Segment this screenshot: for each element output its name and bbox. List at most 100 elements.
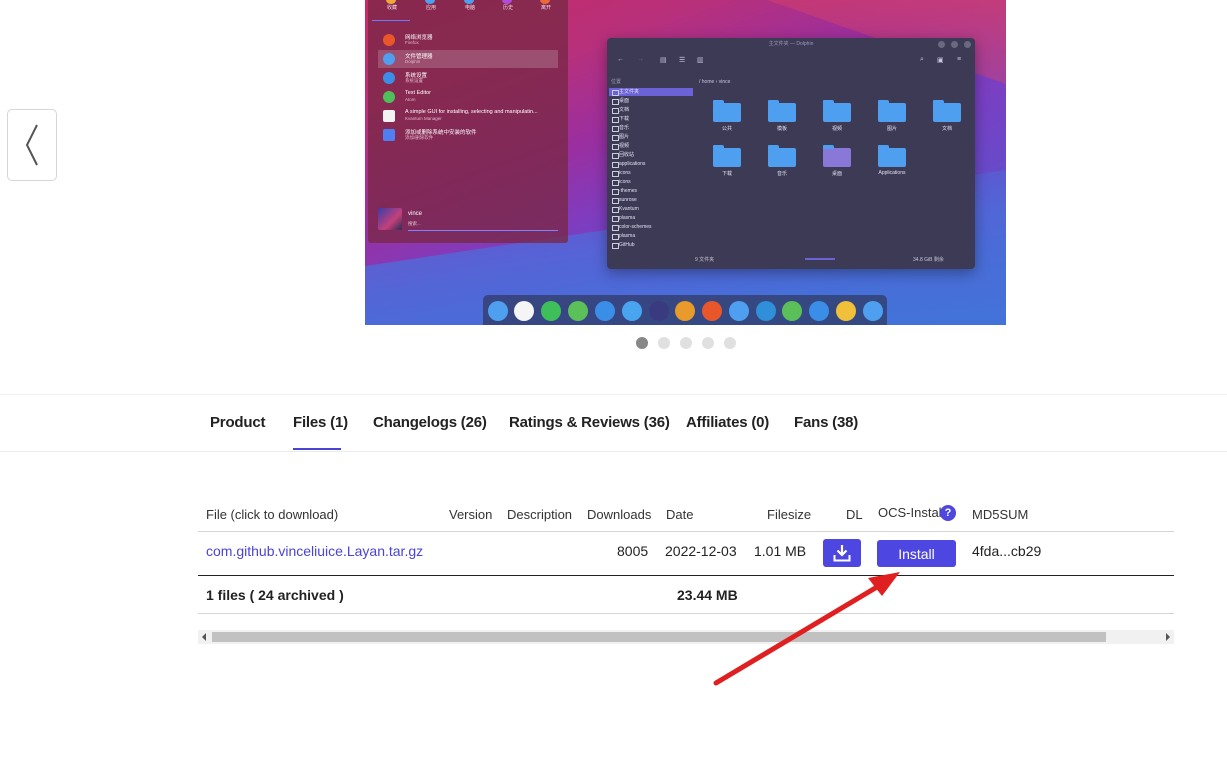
scroll-right-icon[interactable] bbox=[1166, 633, 1170, 641]
wechat-icon bbox=[541, 301, 561, 321]
folder-icon: 下载 bbox=[707, 145, 743, 181]
md5sum-cell: 4fda...cb29 bbox=[972, 543, 1042, 559]
place-item: sunrose bbox=[609, 196, 693, 204]
active-tab-indicator bbox=[293, 448, 341, 450]
download-button[interactable] bbox=[823, 539, 861, 567]
scrollbar-thumb[interactable] bbox=[212, 632, 1106, 642]
place-item: 音乐 bbox=[609, 124, 693, 132]
place-item: plasma bbox=[609, 214, 693, 222]
tab-product[interactable]: Product bbox=[210, 414, 265, 431]
files-summary: 1 files ( 24 archived ) bbox=[206, 587, 344, 603]
split-icon: ▣ bbox=[937, 57, 944, 64]
kvantum-icon bbox=[383, 110, 395, 122]
place-item: icons bbox=[609, 178, 693, 186]
column-header-date[interactable]: Date bbox=[666, 507, 693, 522]
launcher-tab: 离开 bbox=[541, 5, 552, 11]
screenshot-dock bbox=[483, 295, 887, 325]
folder-icon: 图片 bbox=[872, 100, 908, 136]
file-download-link[interactable]: com.github.vinceliuice.Layan.tar.gz bbox=[206, 543, 423, 559]
system-icon bbox=[809, 301, 829, 321]
gallery-dot[interactable] bbox=[636, 337, 648, 349]
column-header-md5sum: MD5SUM bbox=[972, 507, 1029, 522]
column-header-downloads[interactable]: Downloads bbox=[587, 507, 651, 522]
mixer-icon bbox=[595, 301, 615, 321]
icons-view-icon: ▤ bbox=[660, 57, 667, 64]
software-icon bbox=[383, 129, 395, 141]
column-header-ocs-install: OCS-Install bbox=[878, 505, 945, 520]
folder-icon: Applications bbox=[872, 145, 908, 181]
column-header-filesize[interactable]: Filesize bbox=[767, 507, 811, 522]
column-header-description[interactable]: Description bbox=[507, 507, 572, 522]
total-size: 23.44 MB bbox=[677, 587, 738, 603]
chevron-left-icon bbox=[25, 124, 38, 166]
settings-icon bbox=[383, 72, 395, 84]
weather-icon bbox=[836, 301, 856, 321]
gallery-pagination bbox=[0, 337, 1227, 351]
filesize-cell: 1.01 MB bbox=[754, 543, 807, 559]
tab-affiliates[interactable]: Affiliates (0) bbox=[686, 414, 769, 431]
launcher-tab: 收藏 bbox=[387, 5, 398, 11]
place-item: applications bbox=[609, 160, 693, 168]
forward-icon: → bbox=[637, 56, 644, 63]
menu-icon: ≡ bbox=[957, 56, 962, 63]
place-item: 回收站 bbox=[609, 151, 693, 159]
text-editor-icon bbox=[383, 91, 395, 103]
place-item: 图片 bbox=[609, 133, 693, 141]
inkscape-icon bbox=[514, 301, 534, 321]
gallery-dot[interactable] bbox=[658, 337, 670, 349]
avatar bbox=[378, 208, 402, 230]
color-picker-icon bbox=[675, 301, 695, 321]
launcher-item: 网络浏览器 Firefox bbox=[378, 31, 558, 49]
gallery-screenshot: 收藏 应用 电脑 历史 离开 网络浏览器 Firefox 文件管理器 Dolph… bbox=[365, 0, 1006, 325]
place-item: 桌面 bbox=[609, 97, 693, 105]
launcher-tab: 应用 bbox=[426, 5, 437, 11]
firefox-icon bbox=[702, 301, 722, 321]
folder-icon: 模板 bbox=[762, 100, 798, 136]
download-icon bbox=[833, 545, 851, 562]
gallery-dot[interactable] bbox=[724, 337, 736, 349]
place-item: 文档 bbox=[609, 106, 693, 114]
settings-icon bbox=[756, 301, 776, 321]
downloads-cell: 8005 bbox=[617, 543, 649, 559]
screenshot-launcher-menu: 收藏 应用 电脑 历史 离开 网络浏览器 Firefox 文件管理器 Dolph… bbox=[368, 0, 568, 243]
file-manager-icon bbox=[383, 53, 395, 65]
column-header-version[interactable]: Version bbox=[449, 507, 492, 522]
files-icon bbox=[729, 301, 749, 321]
back-icon: ← bbox=[617, 56, 624, 63]
trash-icon bbox=[863, 301, 883, 321]
tab-changelogs[interactable]: Changelogs (26) bbox=[373, 414, 487, 431]
column-header-dl: DL bbox=[846, 507, 863, 522]
screenshot-file-manager: 主文件夹 — Dolphin ← → ▤ ☰ ▥ ⌕ ▣ ≡ / home › … bbox=[607, 38, 975, 269]
place-item: 视频 bbox=[609, 142, 693, 150]
tab-files[interactable]: Files (1) bbox=[293, 414, 348, 431]
gallery-dot[interactable] bbox=[702, 337, 714, 349]
firefox-icon bbox=[383, 34, 395, 46]
help-icon[interactable]: ? bbox=[940, 505, 956, 521]
scroll-left-icon[interactable] bbox=[202, 633, 206, 641]
launcher-item: 系统设置 系统设置 bbox=[378, 69, 558, 87]
place-item: Kvantum bbox=[609, 205, 693, 213]
place-item: plasma bbox=[609, 232, 693, 240]
monitor-icon bbox=[649, 301, 669, 321]
place-item: icons bbox=[609, 169, 693, 177]
list-view-icon: ☰ bbox=[679, 57, 686, 64]
tab-fans[interactable]: Fans (38) bbox=[794, 414, 858, 431]
place-item: -themes bbox=[609, 187, 693, 195]
gallery-prev-button[interactable] bbox=[7, 109, 57, 181]
launcher-tabs: 收藏 应用 电脑 历史 离开 bbox=[368, 0, 568, 22]
launcher-item: 文件管理器 Dolphin bbox=[378, 50, 558, 68]
gallery-dot[interactable] bbox=[680, 337, 692, 349]
folder-icon: 视频 bbox=[817, 100, 853, 136]
column-header-file[interactable]: File (click to download) bbox=[206, 507, 338, 522]
launcher-tab: 电脑 bbox=[465, 5, 476, 11]
folder-icon: 文档 bbox=[927, 100, 963, 136]
horizontal-scrollbar[interactable] bbox=[198, 630, 1174, 644]
date-cell: 2022-12-03 bbox=[665, 543, 737, 559]
launcher-item: Text Editor Atom bbox=[378, 88, 558, 106]
place-item: 下载 bbox=[609, 115, 693, 123]
tab-ratings-reviews[interactable]: Ratings & Reviews (36) bbox=[509, 414, 670, 431]
launcher-item: A simple GUI for installing, selecting a… bbox=[378, 107, 558, 125]
folder-icon: 公共 bbox=[707, 100, 743, 136]
install-button[interactable]: Install bbox=[877, 540, 956, 567]
launcher-tab: 历史 bbox=[503, 5, 514, 11]
